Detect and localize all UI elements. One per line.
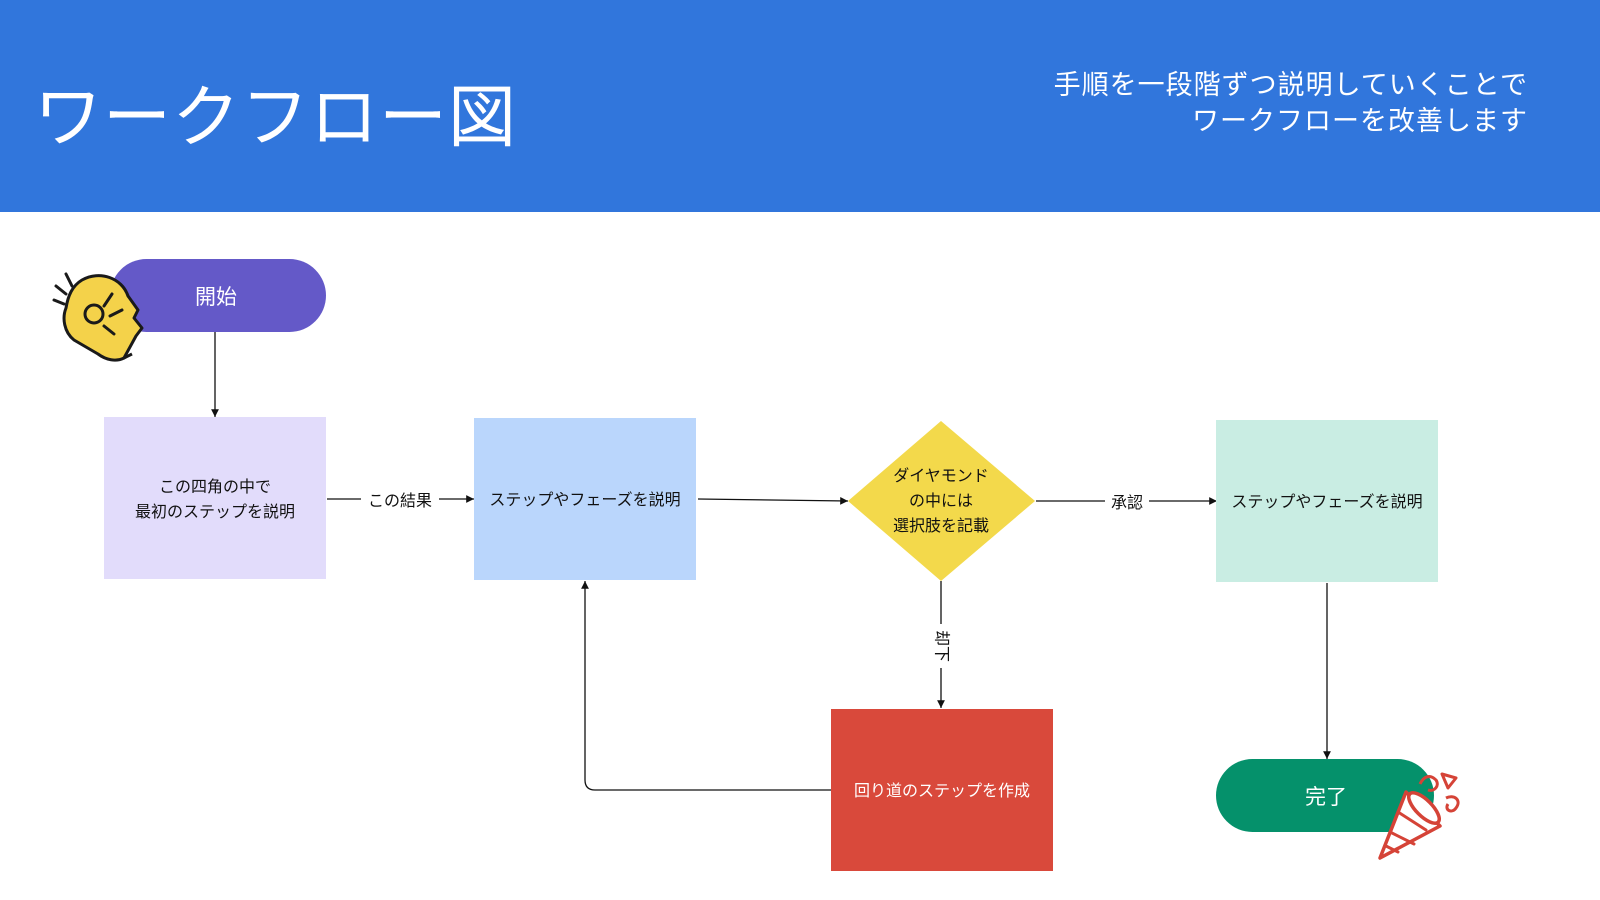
step3-label: ステップやフェーズを説明 — [1231, 492, 1422, 511]
edge-label-approve: 承認 — [1111, 493, 1143, 512]
edge-detour-to-step2 — [581, 581, 831, 791]
workflow-diagram: この結果 承認 却下 開始 この四角の中で 最初のステップを説明 ステップやフェ… — [52, 259, 1460, 871]
step2-label: ステップやフェーズを説明 — [489, 490, 680, 509]
decision-label-line2: の中には — [909, 491, 973, 510]
start-label: 開始 — [195, 285, 237, 309]
detour-label: 回り道のステップを作成 — [854, 781, 1030, 800]
edge-step2-to-decision — [697, 496, 849, 505]
step1-label-line1: この四角の中で — [159, 477, 271, 496]
end-label: 完了 — [1305, 785, 1347, 809]
edge-label-result: この結果 — [368, 491, 432, 510]
step1-box[interactable] — [104, 417, 326, 579]
edge-label-reject: 却下 — [933, 630, 952, 662]
step1-label-line2: 最初のステップを説明 — [135, 502, 295, 521]
decision-label-line3: 選択肢を記載 — [893, 516, 989, 535]
decision-label-line1: ダイヤモンド — [893, 466, 989, 485]
